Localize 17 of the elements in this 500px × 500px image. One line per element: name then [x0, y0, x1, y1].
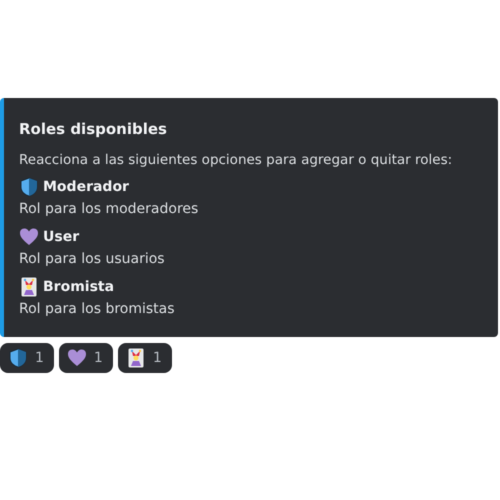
- heart-icon: [19, 227, 39, 247]
- role-name: Moderador: [43, 179, 129, 195]
- shield-icon: [19, 177, 39, 197]
- role-name: Bromista: [43, 279, 114, 295]
- role-name: User: [43, 229, 80, 245]
- jester-card-icon: [19, 277, 39, 297]
- reaction-button[interactable]: 1: [0, 343, 54, 373]
- role-description: Rol para los usuarios: [19, 251, 166, 267]
- reaction-button[interactable]: 1: [118, 343, 172, 373]
- shield-icon: [8, 348, 28, 368]
- reaction-button[interactable]: 1: [58, 343, 113, 373]
- role-description: Rol para los moderadores: [19, 201, 200, 217]
- role-description: Rol para los bromistas: [19, 301, 176, 317]
- embed-description: Reacciona a las siguientes opciones para agregar o quitar roles:: [19, 152, 454, 168]
- jester-card-icon: [126, 348, 146, 368]
- heart-icon: [66, 348, 87, 368]
- embed-title: Roles disponibles: [19, 120, 168, 138]
